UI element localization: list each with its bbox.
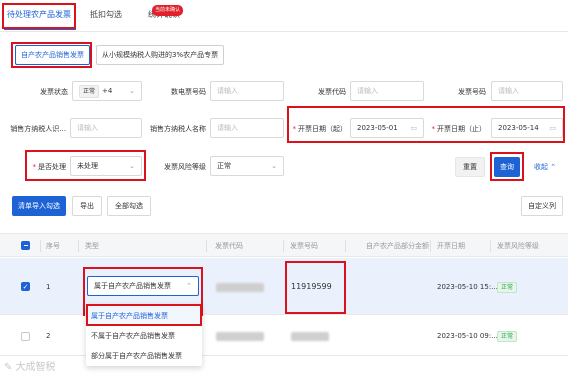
import-check-button[interactable]: 清单导入勾选 bbox=[12, 196, 66, 216]
row-index: 1 bbox=[46, 283, 51, 291]
column-divider bbox=[78, 240, 79, 252]
watermark-text: 大成智税 bbox=[15, 362, 56, 373]
tab-deduction-check[interactable]: 抵扣勾选 bbox=[90, 0, 122, 28]
seller-tax-id-label: 销售方纳税人识... bbox=[10, 125, 66, 133]
risk-level-label: 发票风险等级 bbox=[164, 163, 206, 171]
invoice-no-input[interactable]: 请输入 bbox=[491, 81, 563, 101]
chevron-down-icon: ⌄ bbox=[271, 162, 277, 170]
row-date: 2023-05-10 09:... bbox=[437, 332, 498, 340]
table-header: 序号 类型 发票代码 发票号码 自产农产品部分金额 开票日期 发票风险等级 bbox=[0, 233, 568, 257]
highlight-box-invoice-no bbox=[285, 261, 346, 314]
invoice-code-label: 发票代码 bbox=[318, 88, 346, 96]
reset-button[interactable]: 重置 bbox=[455, 157, 485, 177]
status-tag: 正常 bbox=[79, 85, 100, 98]
watermark: ✎ 大成智税 bbox=[4, 362, 56, 373]
blurred-invoice-code bbox=[216, 332, 264, 341]
date-end-label-text: 开票日期（止） bbox=[437, 125, 486, 133]
column-header-index: 序号 bbox=[46, 242, 60, 250]
date-end-picker[interactable]: 2023-05-14 ▭ bbox=[491, 118, 563, 138]
processed-label-text: 是否处理 bbox=[38, 163, 66, 171]
digital-invoice-no-label: 数电票号码 bbox=[171, 88, 206, 96]
column-divider bbox=[345, 240, 346, 252]
status-more-count: +4 bbox=[102, 87, 113, 95]
chevron-down-icon: ⌄ bbox=[129, 87, 135, 95]
row-checkbox[interactable] bbox=[21, 332, 30, 341]
chevron-up-icon: ⌃ bbox=[550, 163, 557, 171]
seller-name-label: 销售方纳税人名称 bbox=[150, 125, 206, 133]
column-header-invoice-no: 发票号码 bbox=[290, 242, 318, 250]
check-all-button[interactable]: 全部勾选 bbox=[107, 196, 151, 216]
chevron-up-icon: ⌃ bbox=[186, 282, 192, 290]
date-end-label: * 开票日期（止） bbox=[431, 125, 487, 133]
risk-level-select[interactable]: 正常 ⌄ bbox=[210, 156, 284, 176]
highlight-box-pending-tab bbox=[2, 3, 76, 29]
invoice-no-label: 发票号码 bbox=[458, 88, 486, 96]
select-all-checkbox[interactable] bbox=[21, 241, 30, 250]
row-type-select[interactable]: 属于自产农产品销售发票 ⌃ bbox=[87, 276, 199, 296]
type-option-partial[interactable]: 部分属于自产农产品销售发票 bbox=[86, 346, 202, 366]
date-start-label: * 开票日期（起） bbox=[292, 125, 348, 133]
highlight-box-subtab bbox=[11, 42, 92, 68]
row-type-value: 属于自产农产品销售发票 bbox=[94, 282, 171, 290]
risk-badge: 正常 bbox=[497, 331, 518, 342]
query-button[interactable]: 查询 bbox=[494, 157, 520, 177]
date-start-value: 2023-05-01 bbox=[357, 124, 398, 132]
unconfirmed-badge: 当前未确认 bbox=[152, 5, 184, 16]
subtab-small-scale-3pct[interactable]: 从小规模纳税人购进的3%农产品专票 bbox=[96, 45, 225, 65]
row-date: 2023-05-10 15:... bbox=[437, 283, 498, 291]
export-button[interactable]: 导出 bbox=[72, 196, 102, 216]
row-index: 2 bbox=[46, 332, 51, 340]
column-divider bbox=[40, 240, 41, 252]
column-header-date: 开票日期 bbox=[437, 242, 465, 250]
risk-badge: 正常 bbox=[497, 282, 518, 293]
column-divider bbox=[206, 240, 207, 252]
date-start-picker[interactable]: 2023-05-01 ▭ bbox=[350, 118, 424, 138]
column-header-invoice-code: 发票代码 bbox=[215, 242, 243, 250]
chevron-down-icon: ⌄ bbox=[129, 162, 135, 170]
row-checkbox[interactable]: ✓ bbox=[21, 282, 30, 291]
calendar-icon: ▭ bbox=[410, 124, 417, 132]
blurred-invoice-no bbox=[291, 332, 329, 341]
processed-select[interactable]: 未处理 ⌄ bbox=[70, 156, 142, 176]
highlight-box-selected-option bbox=[86, 304, 202, 326]
column-divider bbox=[490, 240, 491, 252]
custom-columns-button[interactable]: 自定义列 bbox=[521, 196, 563, 216]
blurred-invoice-code bbox=[216, 283, 264, 292]
calendar-icon: ▭ bbox=[549, 124, 556, 132]
column-header-risk: 发票风险等级 bbox=[497, 242, 539, 250]
invoice-status-select[interactable]: 正常 +4 ⌄ bbox=[72, 81, 142, 101]
collapse-link[interactable]: 收起 ⌃ bbox=[534, 162, 556, 172]
date-end-value: 2023-05-14 bbox=[498, 124, 539, 132]
seller-name-input[interactable]: 请输入 bbox=[210, 118, 284, 138]
seller-tax-id-input[interactable]: 请输入 bbox=[70, 118, 142, 138]
column-header-amount: 自产农产品部分金额 bbox=[366, 242, 429, 250]
type-option-not-belongs[interactable]: 不属于自产农产品销售发票 bbox=[86, 326, 202, 346]
date-start-label-text: 开票日期（起） bbox=[298, 125, 347, 133]
column-header-type: 类型 bbox=[85, 242, 99, 250]
digital-invoice-no-input[interactable]: 请输入 bbox=[210, 81, 284, 101]
invoice-status-label: 发票状态 bbox=[40, 88, 68, 96]
processed-value: 未处理 bbox=[77, 162, 98, 170]
processed-label: * 是否处理 bbox=[32, 163, 67, 171]
collapse-link-text: 收起 bbox=[534, 163, 548, 171]
risk-level-value: 正常 bbox=[217, 162, 231, 170]
tabs-divider bbox=[0, 31, 568, 32]
invoice-code-input[interactable]: 请输入 bbox=[350, 81, 424, 101]
column-divider bbox=[430, 240, 431, 252]
column-divider bbox=[283, 240, 284, 252]
